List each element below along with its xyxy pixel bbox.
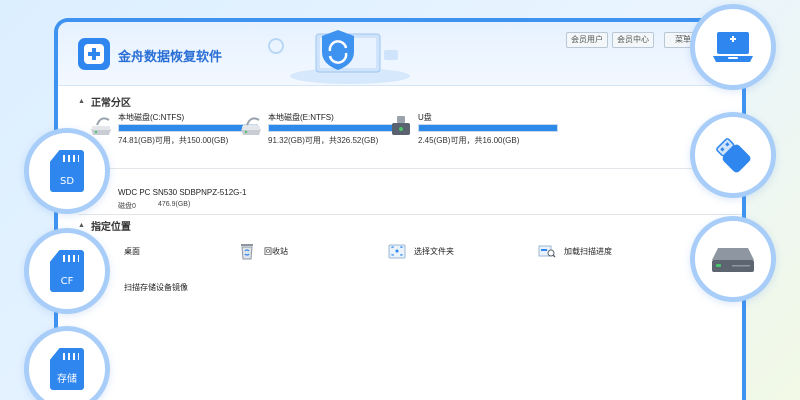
partition-size: 91.32(GB)可用，共326.52(GB) <box>268 136 379 145</box>
storage-label: 存储 <box>57 374 77 385</box>
badge-sd: SD <box>24 128 110 214</box>
badge-hdd <box>690 216 776 302</box>
hero-illustration <box>258 24 418 89</box>
title-bar: 金舟数据恢复软件 会员用户 会员中心 菜单 <box>58 22 742 86</box>
partition-size: 2.45(GB)可用，共16.00(GB) <box>418 136 520 145</box>
member-user-button[interactable]: 会员用户 <box>566 32 608 48</box>
usage-bar <box>268 124 408 132</box>
sd-card-icon: SD <box>50 150 84 192</box>
badge-usb <box>690 112 776 198</box>
sd-label: SD <box>59 176 75 187</box>
badge-cf: CF <box>24 228 110 314</box>
usage-bar-fill <box>419 125 557 131</box>
minimize-button[interactable]: — <box>677 30 686 40</box>
partition-name: 本地磁盘(E:NTFS) <box>268 113 334 122</box>
usb-drive-icon <box>388 112 414 143</box>
laptop-icon <box>713 32 753 62</box>
location-image-scan[interactable]: 扫描存储设备镜像 <box>98 278 188 296</box>
hard-drive-icon <box>238 112 264 143</box>
section-divider <box>78 214 742 215</box>
storage-card-icon: 存储 <box>50 348 84 390</box>
cf-label: CF <box>60 276 74 287</box>
hdd-icon <box>712 248 754 272</box>
cf-card-icon: CF <box>50 250 84 292</box>
recycle-bin-icon <box>238 242 256 260</box>
partition-size: 74.81(GB)可用，共150.00(GB) <box>118 136 229 145</box>
location-label: 扫描存储设备镜像 <box>124 282 188 292</box>
badge-laptop <box>690 4 776 90</box>
folder-select-icon <box>388 242 406 260</box>
section-title: 指定位置 <box>90 222 131 233</box>
member-center-button[interactable]: 会员中心 <box>612 32 654 48</box>
location-label: 选择文件夹 <box>414 246 454 256</box>
disk-name: WDC PC SN530 SDBPNPZ-512G-1 <box>118 188 247 197</box>
section-specified-location[interactable]: ▲ 指定位置 <box>78 218 131 233</box>
location-recycle-bin[interactable]: 回收站 <box>238 242 288 260</box>
load-scan-icon <box>538 242 556 260</box>
usage-bar <box>118 124 258 132</box>
usage-bar <box>418 124 558 132</box>
section-divider <box>78 168 742 169</box>
location-select-folder[interactable]: 选择文件夹 <box>388 242 454 260</box>
disk-label: 磁盘0 <box>118 203 136 210</box>
app-logo <box>78 38 110 70</box>
app-title: 金舟数据恢复软件 <box>118 49 223 64</box>
section-title: 正常分区 <box>90 98 131 109</box>
location-label: 加载扫描进度 <box>564 246 612 256</box>
location-load-scan[interactable]: 加载扫描进度 <box>538 242 612 260</box>
location-label: 桌面 <box>124 246 140 256</box>
collapse-triangle-icon: ▲ <box>78 222 85 229</box>
partition-name: 本地磁盘(C:NTFS) <box>118 113 185 122</box>
partition-name: U盘 <box>418 113 432 122</box>
disk-capacity: 476.9(GB) <box>158 201 191 208</box>
usage-bar-fill <box>269 125 394 131</box>
usage-bar-fill <box>119 125 244 131</box>
location-label: 回收站 <box>264 246 288 256</box>
usb-stick-icon <box>716 138 751 173</box>
app-window: 金舟数据恢复软件 会员用户 会员中心 菜单 ▲ 正常分区 本地磁盘(C:NTFS… <box>54 18 746 400</box>
collapse-triangle-icon: ▲ <box>78 98 85 105</box>
section-normal-partition[interactable]: ▲ 正常分区 <box>78 94 131 109</box>
